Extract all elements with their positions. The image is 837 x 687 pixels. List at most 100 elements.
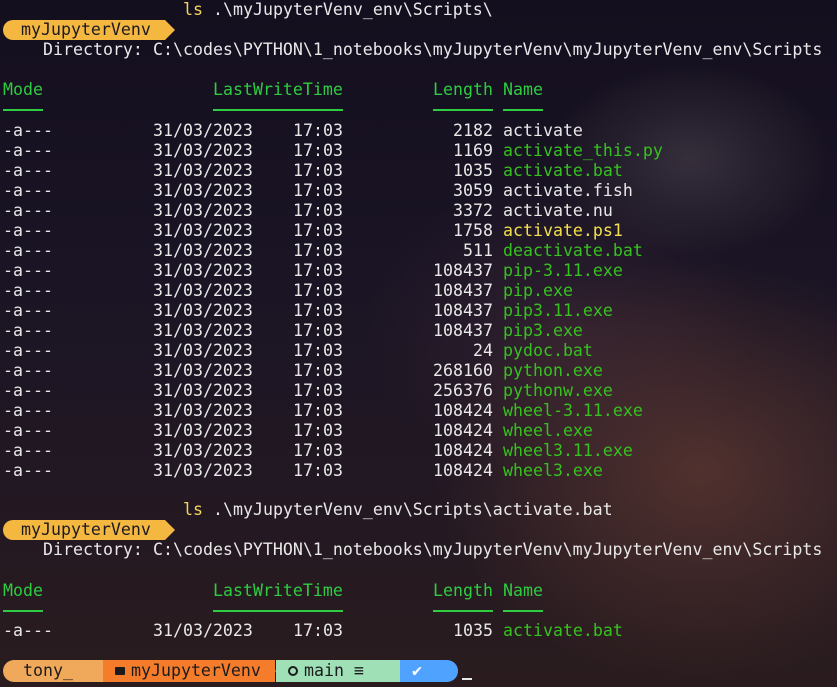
header-length: Length xyxy=(433,581,493,600)
statusline-folder: myJupyterVenv xyxy=(103,660,275,682)
file-mode: -a--- xyxy=(3,161,53,180)
venv-badge: myJupyterVenv xyxy=(3,520,175,540)
file-time: 17:03 xyxy=(293,221,343,240)
git-icon xyxy=(288,665,298,676)
header-underline xyxy=(213,109,343,111)
file-length: 108424 xyxy=(433,421,493,440)
file-date: 31/03/2023 xyxy=(153,301,253,320)
branch-status: ≡ xyxy=(353,661,364,680)
branch-name: main xyxy=(304,661,344,680)
directory-label: Directory: xyxy=(43,40,143,59)
directory-path: C:\codes\PYTHON\1_notebooks\myJupyterVen… xyxy=(153,540,823,559)
file-length: 108424 xyxy=(433,461,493,480)
file-name: pip-3.11.exe xyxy=(503,261,623,280)
file-time: 17:03 xyxy=(293,621,343,640)
file-name: wheel-3.11.exe xyxy=(503,401,643,420)
file-time: 17:03 xyxy=(293,421,343,440)
header-name: Name xyxy=(503,80,543,99)
file-name: activate xyxy=(503,121,583,140)
header-underline xyxy=(3,610,43,612)
venv-badge: myJupyterVenv xyxy=(3,20,175,40)
file-mode: -a--- xyxy=(3,241,53,260)
file-length: 3059 xyxy=(453,181,493,200)
file-time: 17:03 xyxy=(293,381,343,400)
file-time: 17:03 xyxy=(293,441,343,460)
file-date: 31/03/2023 xyxy=(153,441,253,460)
folder-name: myJupyterVenv xyxy=(131,661,261,680)
file-date: 31/03/2023 xyxy=(153,361,253,380)
file-length: 108437 xyxy=(433,281,493,300)
file-name: pydoc.bat xyxy=(503,341,593,360)
file-date: 31/03/2023 xyxy=(153,181,253,200)
file-time: 17:03 xyxy=(293,161,343,180)
file-mode: -a--- xyxy=(3,181,53,200)
header-underline xyxy=(433,610,493,612)
header-mode: Mode xyxy=(3,581,43,600)
file-name: pythonw.exe xyxy=(503,381,613,400)
file-date: 31/03/2023 xyxy=(153,401,253,420)
prompt-line-1: myJupyterVenv ls .\myJupyterVenv_env\Scr… xyxy=(0,0,493,40)
file-mode: -a--- xyxy=(3,301,53,320)
file-date: 31/03/2023 xyxy=(153,221,253,240)
statusline-git: main ≡ xyxy=(276,660,414,682)
file-mode: -a--- xyxy=(3,281,53,300)
file-length: 3372 xyxy=(453,201,493,220)
header-underline xyxy=(433,109,493,111)
file-time: 17:03 xyxy=(293,241,343,260)
file-time: 17:03 xyxy=(293,261,343,280)
directory-label: Directory: xyxy=(43,540,143,559)
prompt-line-2: myJupyterVenv ls .\myJupyterVenv_env\Scr… xyxy=(0,500,613,540)
file-mode: -a--- xyxy=(3,441,53,460)
file-name: activate.fish xyxy=(503,181,633,200)
header-length: Length xyxy=(433,80,493,99)
file-length: 1758 xyxy=(453,221,493,240)
file-mode: -a--- xyxy=(3,121,53,140)
file-mode: -a--- xyxy=(3,461,53,480)
file-length: 24 xyxy=(473,341,493,360)
folder-icon xyxy=(115,666,125,675)
file-time: 17:03 xyxy=(293,201,343,220)
file-date: 31/03/2023 xyxy=(153,341,253,360)
file-time: 17:03 xyxy=(293,301,343,320)
file-date: 31/03/2023 xyxy=(153,201,253,220)
file-mode: -a--- xyxy=(3,221,53,240)
file-length: 256376 xyxy=(433,381,493,400)
header-lastwritetime: LastWriteTime xyxy=(213,80,343,99)
file-date: 31/03/2023 xyxy=(153,281,253,300)
command: ls xyxy=(183,500,203,519)
file-length: 1035 xyxy=(453,621,493,640)
file-length: 108424 xyxy=(433,401,493,420)
header-lastwritetime: LastWriteTime xyxy=(213,581,343,600)
text-cursor[interactable] xyxy=(462,678,472,680)
file-name: wheel.exe xyxy=(503,421,593,440)
file-name: python.exe xyxy=(503,361,603,380)
file-mode: -a--- xyxy=(3,621,53,640)
file-name: wheel3.11.exe xyxy=(503,441,633,460)
file-name: activate_this.py xyxy=(503,141,663,160)
header-underline xyxy=(503,610,543,612)
file-length: 108437 xyxy=(433,301,493,320)
file-mode: -a--- xyxy=(3,321,53,340)
file-time: 17:03 xyxy=(293,321,343,340)
file-name: activate.bat xyxy=(503,621,623,640)
file-mode: -a--- xyxy=(3,201,53,220)
file-name: pip.exe xyxy=(503,281,573,300)
command: ls xyxy=(183,0,203,19)
file-time: 17:03 xyxy=(293,401,343,420)
file-date: 31/03/2023 xyxy=(153,421,253,440)
file-mode: -a--- xyxy=(3,361,53,380)
file-name: pip3.11.exe xyxy=(503,301,613,320)
file-mode: -a--- xyxy=(3,421,53,440)
file-date: 31/03/2023 xyxy=(153,141,253,160)
file-mode: -a--- xyxy=(3,381,53,400)
file-name: pip3.exe xyxy=(503,321,583,340)
listing-header-2: Mode LastWriteTime Length Name xyxy=(0,581,543,601)
file-date: 31/03/2023 xyxy=(153,261,253,280)
command-args: .\myJupyterVenv_env\Scripts\ xyxy=(213,0,493,19)
file-date: 31/03/2023 xyxy=(153,621,253,640)
file-name: wheel3.exe xyxy=(503,461,603,480)
file-mode: -a--- xyxy=(3,341,53,360)
file-name: deactivate.bat xyxy=(503,241,643,260)
header-name: Name xyxy=(503,581,543,600)
file-date: 31/03/2023 xyxy=(153,241,253,260)
